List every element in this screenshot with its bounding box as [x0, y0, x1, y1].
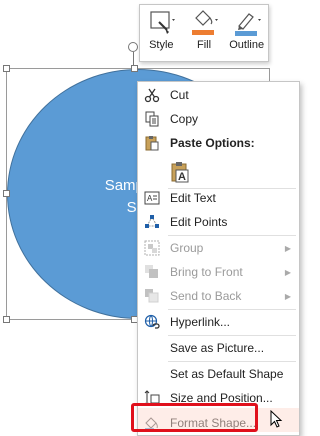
menu-label-edit-text: Edit Text	[170, 191, 216, 205]
menu-label-hyperlink: Hyperlink...	[170, 315, 231, 329]
menu-item-save-as-picture[interactable]: Save as Picture...	[138, 336, 299, 360]
resize-handle-top[interactable]	[131, 65, 138, 72]
menu-label-edit-points: Edit Points	[170, 215, 228, 229]
paint-bucket-icon	[186, 8, 222, 38]
rotation-handle[interactable]	[128, 42, 138, 52]
menu-item-copy[interactable]: Copy	[138, 107, 299, 131]
menu-label-paste-options: Paste Options:	[170, 136, 255, 150]
send-to-back-icon	[140, 284, 164, 308]
annotation-highlight-box	[131, 403, 258, 432]
menu-item-set-default-shape[interactable]: Set as Default Shape	[138, 362, 299, 386]
menu-item-cut[interactable]: Cut	[138, 83, 299, 107]
edit-points-icon	[140, 210, 164, 234]
hyperlink-icon	[140, 310, 164, 334]
svg-text:A: A	[178, 171, 186, 183]
menu-label-copy: Copy	[170, 112, 199, 126]
edit-text-icon: A	[140, 186, 164, 210]
menu-label-save-as-picture: Save as Picture...	[170, 341, 265, 355]
menu-item-paste-options: Paste Options:	[138, 131, 299, 155]
clipboard-icon	[140, 131, 164, 155]
fill-button[interactable]: Fill	[183, 5, 226, 61]
bring-to-front-icon	[140, 260, 164, 284]
group-icon	[140, 236, 164, 260]
context-menu: Cut Copy Paste Options: A A Edit Text Ed…	[137, 81, 300, 436]
menu-label-set-default-shape: Set as Default Shape	[170, 367, 284, 381]
menu-item-edit-points[interactable]: Edit Points	[138, 210, 299, 234]
menu-label-group: Group	[170, 241, 204, 255]
paste-text-icon: A	[168, 160, 192, 184]
submenu-arrow-icon: ▶	[284, 291, 291, 301]
resize-handle-top-left[interactable]	[3, 65, 10, 72]
style-icon	[143, 8, 179, 38]
style-label: Style	[149, 39, 174, 51]
menu-label-cut: Cut	[170, 88, 189, 102]
menu-label-bring-to-front: Bring to Front	[170, 265, 243, 279]
fill-label: Fill	[196, 39, 212, 51]
resize-handle-left[interactable]	[3, 190, 10, 197]
submenu-arrow-icon: ▶	[284, 243, 291, 253]
outline-button[interactable]: Outline	[225, 5, 268, 61]
menu-label-send-to-back: Send to Back	[170, 289, 242, 303]
pen-icon	[229, 8, 265, 38]
svg-text:A: A	[147, 194, 153, 203]
blank-icon	[140, 336, 164, 360]
mini-toolbar: Style Fill Outline	[139, 4, 269, 62]
submenu-arrow-icon: ▶	[284, 267, 291, 277]
blank-icon	[140, 362, 164, 386]
copy-icon	[140, 107, 164, 131]
scissors-icon	[140, 83, 164, 107]
menu-item-send-to-back[interactable]: Send to Back ▶	[138, 284, 299, 308]
menu-item-hyperlink[interactable]: Hyperlink...	[138, 310, 299, 334]
menu-item-bring-to-front[interactable]: Bring to Front ▶	[138, 260, 299, 284]
outline-label: Outline	[229, 39, 265, 51]
menu-item-edit-text[interactable]: A Edit Text	[138, 186, 299, 210]
paste-keep-text-only[interactable]: A	[138, 158, 299, 186]
style-button[interactable]: Style	[140, 5, 183, 61]
resize-handle-bottom-left[interactable]	[3, 316, 10, 323]
menu-item-group[interactable]: Group ▶	[138, 236, 299, 260]
mouse-cursor-icon	[270, 409, 284, 433]
